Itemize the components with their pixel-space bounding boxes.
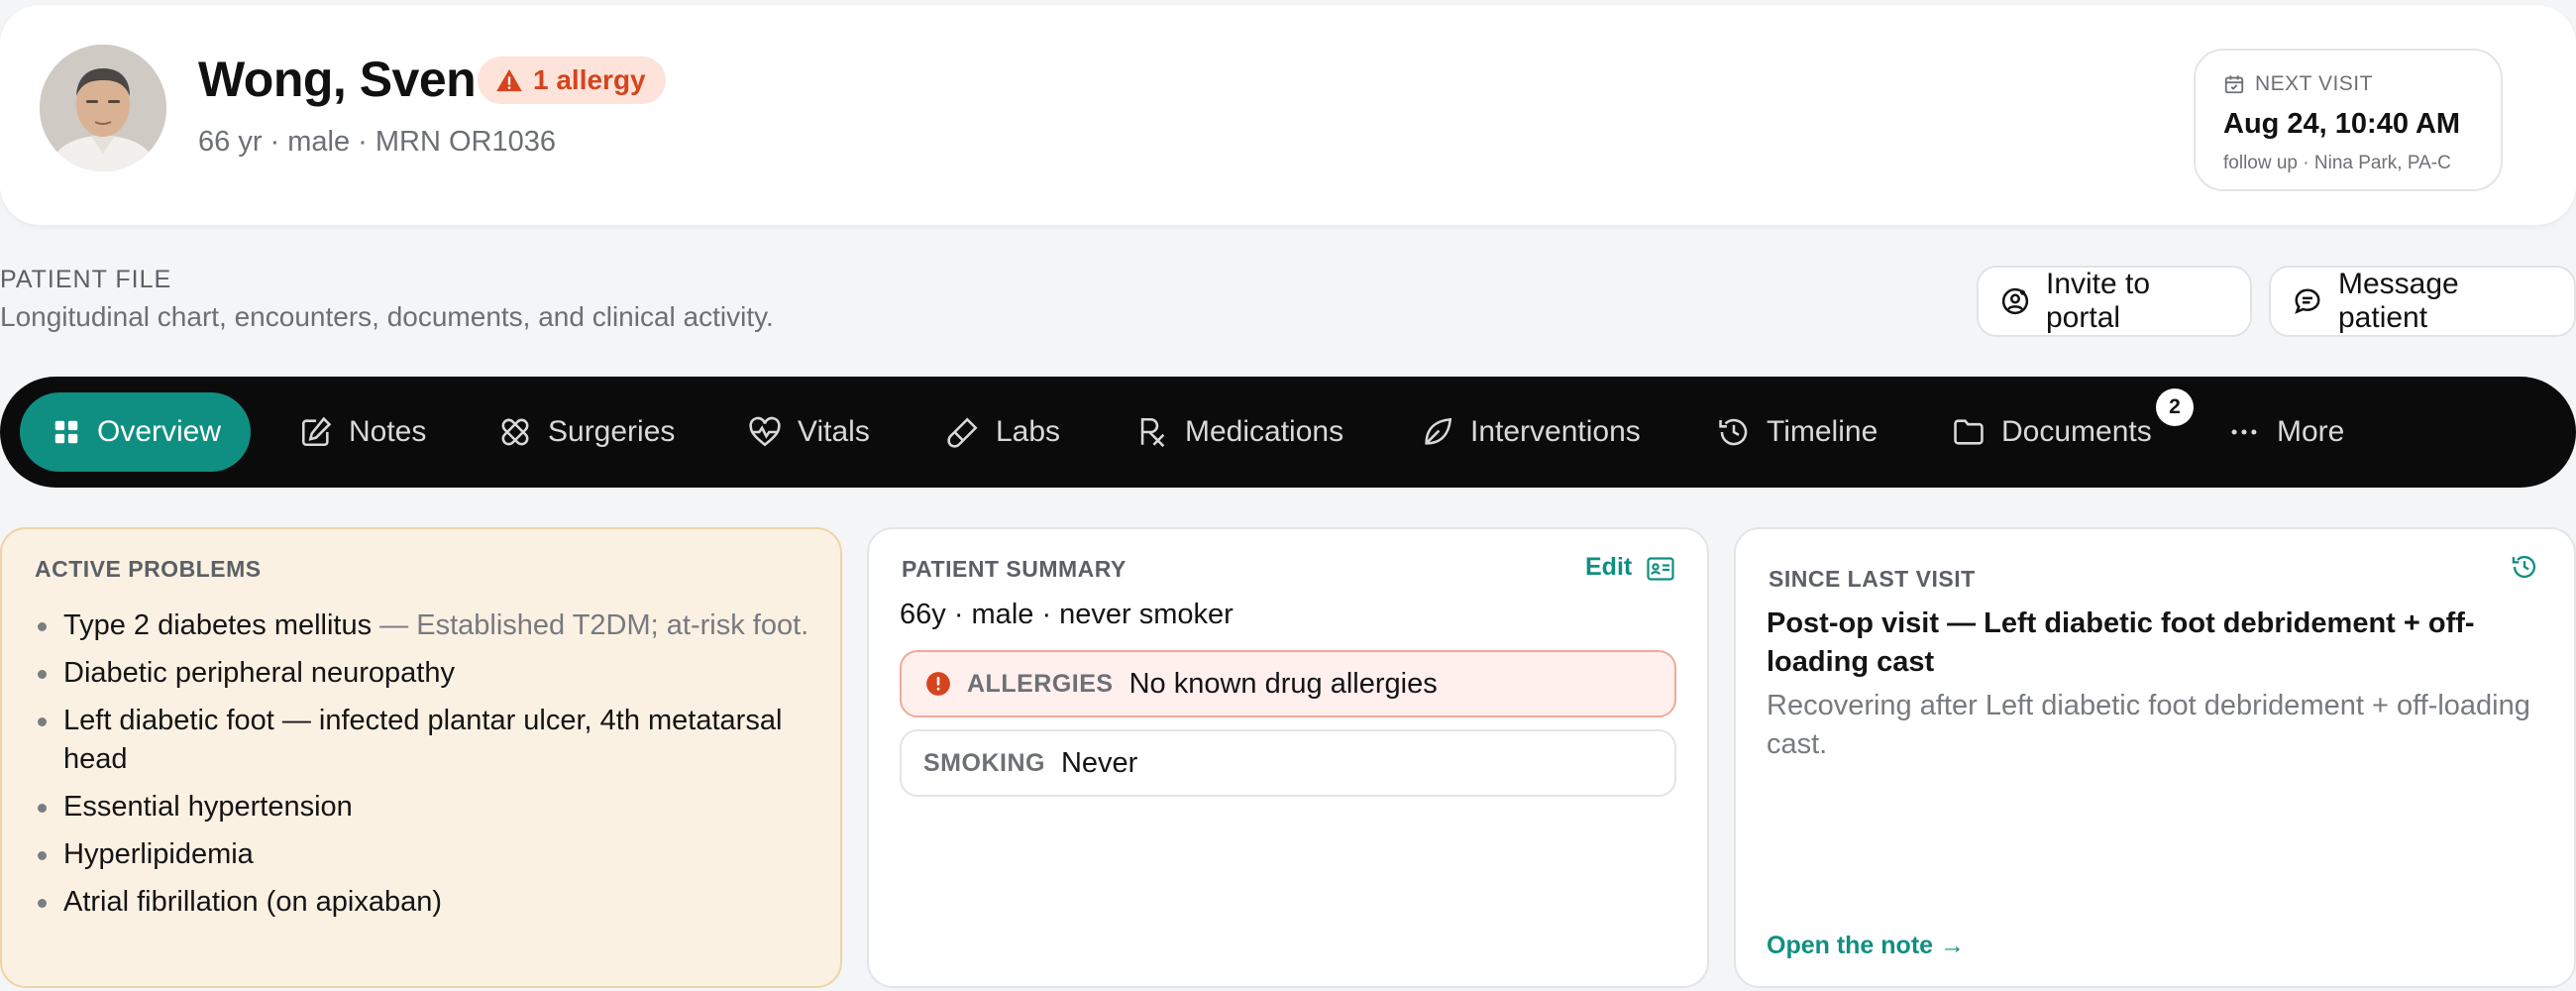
- warning-icon: [495, 66, 523, 94]
- patient-header-card: Wong, Sven 1 allergy 66 yr · male · MRN …: [0, 5, 2576, 225]
- list-item: Hyperlipidemia: [34, 835, 816, 874]
- history-icon[interactable]: [2511, 553, 2538, 581]
- last-visit-heading: Post-op visit — Left diabetic foot debri…: [1767, 607, 2475, 678]
- tab-documents[interactable]: Documents: [1952, 392, 2152, 472]
- tab-surgeries[interactable]: Surgeries: [498, 392, 675, 472]
- tab-label: Documents: [2001, 415, 2152, 448]
- tab-medications[interactable]: Medications: [1135, 392, 1343, 472]
- tab-label: Surgeries: [548, 415, 676, 448]
- message-button-label: Message patient: [2338, 268, 2459, 334]
- pipette-icon: [946, 415, 980, 449]
- chart-tabs-nav: Overview Notes Surgeries Vitals Labs Med…: [0, 377, 2576, 488]
- bandage-icon: [498, 415, 532, 449]
- tab-label: Labs: [996, 415, 1061, 448]
- tab-interventions[interactable]: Interventions: [1421, 392, 1641, 472]
- avatar: [40, 45, 166, 171]
- active-problems-card: ACTIVE PROBLEMS Type 2 diabetes mellitus…: [0, 527, 842, 988]
- list-item: Left diabetic foot — infected plantar ul…: [34, 702, 816, 779]
- allergy-badge-label: 1 allergy: [533, 64, 646, 95]
- documents-count-badge: 2: [2156, 388, 2194, 426]
- calendar-icon: [2223, 73, 2245, 95]
- edit-icon: [299, 415, 333, 449]
- user-circle-plus-icon: [2000, 286, 2030, 316]
- tab-overview[interactable]: Overview: [20, 392, 252, 472]
- tab-labs[interactable]: Labs: [946, 392, 1060, 472]
- list-item: Diabetic peripheral neuropathy: [34, 654, 816, 693]
- list-item: Atrial fibrillation (on apixaban): [34, 883, 816, 922]
- next-visit-detail: follow up · Nina Park, PA-C: [2223, 153, 2451, 173]
- smoking-label: SMOKING: [923, 748, 1045, 777]
- card-title: SINCE LAST VISIT: [1769, 566, 1976, 592]
- tab-label: Overview: [97, 415, 222, 448]
- id-card-icon[interactable]: [1647, 557, 1674, 581]
- tab-timeline[interactable]: Timeline: [1717, 392, 1878, 472]
- allergies-label: ALLERGIES: [967, 669, 1114, 698]
- grid-icon: [52, 417, 81, 447]
- card-title: PATIENT SUMMARY: [902, 556, 1127, 582]
- history-icon: [1717, 415, 1751, 449]
- card-title: ACTIVE PROBLEMS: [35, 556, 262, 582]
- smoking-box: SMOKING Never: [900, 729, 1676, 797]
- patient-demographics: 66 yr · male · MRN OR1036: [198, 126, 556, 158]
- message-patient-button[interactable]: Message patient: [2269, 266, 2576, 337]
- rx-icon: [1135, 415, 1169, 449]
- open-note-link[interactable]: Open the note →: [1767, 932, 1965, 960]
- alert-circle-icon: [925, 671, 951, 697]
- patient-name: Wong, Sven: [198, 52, 477, 107]
- tab-vitals[interactable]: Vitals: [748, 392, 870, 472]
- allergy-badge[interactable]: 1 allergy: [478, 56, 666, 104]
- section-label: PATIENT FILE: [0, 266, 172, 293]
- allergies-box: ALLERGIES No known drug allergies: [900, 650, 1676, 717]
- invite-to-portal-button[interactable]: Invite to portal: [1977, 266, 2252, 337]
- next-visit-card[interactable]: NEXT VISIT Aug 24, 10:40 AM follow up · …: [2194, 49, 2503, 191]
- smoking-value: Never: [1060, 746, 1138, 779]
- tab-label: Timeline: [1767, 415, 1878, 448]
- tab-label: Notes: [349, 415, 427, 448]
- chat-icon: [2293, 286, 2322, 316]
- more-icon: [2227, 415, 2261, 449]
- allergies-value: No known drug allergies: [1128, 667, 1438, 700]
- problems-list: Type 2 diabetes mellitus — Established T…: [34, 606, 816, 931]
- heart-pulse-icon: [748, 415, 782, 449]
- edit-summary-button[interactable]: Edit: [1585, 553, 1632, 582]
- tab-label: Vitals: [798, 415, 870, 448]
- last-visit-summary: Recovering after Left diabetic foot debr…: [1767, 690, 2530, 760]
- tab-label: Interventions: [1470, 415, 1641, 448]
- folder-icon: [1952, 415, 1986, 449]
- tab-notes[interactable]: Notes: [299, 392, 426, 472]
- list-item: Type 2 diabetes mellitus — Established T…: [34, 606, 816, 645]
- list-item: Essential hypertension: [34, 788, 816, 826]
- invite-button-label: Invite to portal: [2046, 268, 2151, 334]
- section-description: Longitudinal chart, encounters, document…: [0, 301, 774, 332]
- tab-label: More: [2277, 415, 2345, 448]
- edit-label: Edit: [1585, 553, 1633, 581]
- next-visit-time: Aug 24, 10:40 AM: [2223, 108, 2461, 140]
- tab-more[interactable]: More: [2227, 392, 2344, 472]
- leaf-icon: [1421, 415, 1454, 449]
- summary-line: 66y · male · never smoker: [900, 599, 1234, 630]
- tab-label: Medications: [1185, 415, 1344, 448]
- next-visit-label: NEXT VISIT: [2255, 72, 2373, 95]
